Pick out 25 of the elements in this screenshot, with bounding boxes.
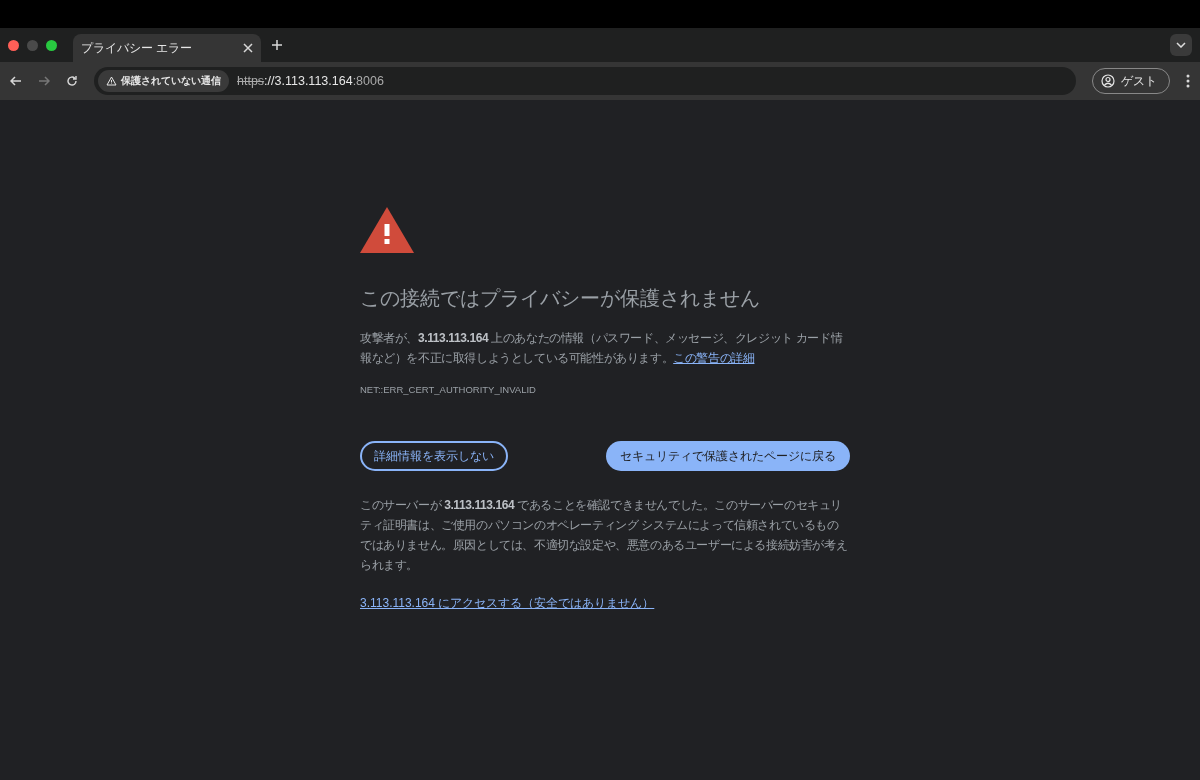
security-chip[interactable]: 保護されていない通信 (98, 70, 229, 92)
back-to-safety-button[interactable]: セキュリティで保護されたページに戻る (606, 441, 850, 471)
url-text: https://3.113.113.164:8006 (237, 74, 384, 88)
menu-icon[interactable] (1186, 74, 1190, 88)
chevron-down-icon (1176, 42, 1186, 48)
error-message: 攻撃者が、3.113.113.164 上のあなたの情報（パスワード、メッセージ、クレジット カード情報など）を不正に取得しようとしている可能性があります。この警告の詳細 (360, 330, 844, 367)
details-link[interactable]: この警告の詳細 (673, 351, 755, 365)
back-icon[interactable] (10, 75, 22, 87)
warning-icon (106, 76, 117, 86)
close-icon[interactable] (243, 43, 253, 53)
details-text: このサーバーが 3.113.113.164 であることを確認できませんでした。このサーバーのセキュリティ証明書は、ご使用のパソコンのオペレーティング システムによって信頼されているものではありません。原因としては、不適切な設定や、悪意のあるユーザーによる接続妨害が考えられます。 (360, 497, 849, 574)
address-bar[interactable]: 保護されていない通信 https://3.113.113.164:8006 (94, 67, 1076, 95)
reload-icon[interactable] (66, 75, 78, 87)
warning-icon (360, 207, 414, 253)
browser-tab[interactable]: プライバシー エラー (73, 34, 261, 62)
proceed-link[interactable]: 3.113.113.164 にアクセスする（安全ではありません） (360, 595, 655, 612)
new-tab-icon[interactable] (271, 39, 283, 51)
hide-details-button[interactable]: 詳細情報を表示しない (360, 441, 508, 471)
tab-title: プライバシー エラー (81, 39, 193, 57)
error-heading: この接続ではプライバシーが保護されません (360, 286, 761, 311)
tab-list-button[interactable] (1170, 34, 1192, 56)
maximize-window-button[interactable] (46, 39, 57, 51)
error-code: NET::ERR_CERT_AUTHORITY_INVALID (360, 384, 537, 395)
close-window-button[interactable] (8, 39, 19, 51)
person-icon (1101, 74, 1115, 88)
